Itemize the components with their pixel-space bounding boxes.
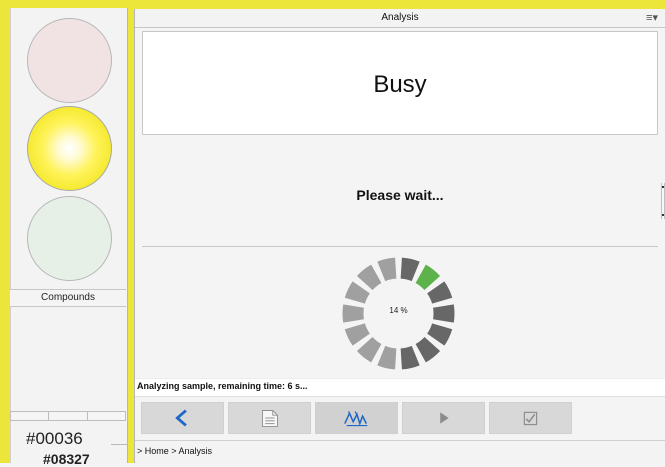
app-window: Compounds #00036 #08327 Analysis ≡▾ Busy… — [0, 0, 665, 467]
progress-segment — [427, 281, 453, 304]
document-button[interactable] — [228, 402, 311, 434]
left-tab-2[interactable] — [48, 411, 87, 421]
sample-id-secondary: #08327 — [43, 451, 90, 467]
left-tab-3[interactable] — [86, 411, 126, 421]
status-box: Busy — [142, 31, 658, 135]
red-indicator-light — [27, 18, 112, 103]
progress-segment — [344, 281, 370, 304]
left-sidebar: Compounds #00036 #08327 — [10, 8, 128, 467]
progress-segment — [377, 345, 397, 370]
waveform-button[interactable] — [315, 402, 398, 434]
scroll-handle[interactable] — [661, 183, 665, 219]
progress-label: 14 % — [389, 306, 408, 315]
left-tab-1[interactable] — [10, 411, 49, 421]
checkmark-icon — [523, 411, 538, 426]
left-bottom-tabs — [10, 411, 126, 421]
sample-id-primary: #00036 — [26, 429, 83, 448]
progress-ring: 14 % — [341, 256, 456, 371]
breadcrumb-text: > Home > Analysis — [137, 446, 213, 456]
menu-icon[interactable]: ≡▾ — [646, 9, 658, 27]
progress-segment — [415, 264, 441, 291]
progress-segment — [356, 336, 382, 363]
status-headline: Busy — [373, 71, 427, 98]
status-message: Analyzing sample, remaining time: 6 s... — [137, 381, 308, 391]
sample-id-divider — [111, 444, 127, 445]
bottom-toolbar — [141, 402, 661, 434]
progress-segment — [400, 345, 420, 370]
back-button[interactable] — [141, 402, 224, 434]
waveform-icon — [344, 411, 368, 427]
progress-segment — [344, 323, 370, 346]
green-indicator-light — [27, 196, 112, 281]
status-divider — [142, 246, 658, 247]
compounds-header: Compounds — [10, 289, 126, 307]
yellow-indicator-light — [27, 106, 112, 191]
document-icon — [262, 410, 278, 427]
confirm-button[interactable] — [489, 402, 572, 434]
play-icon — [440, 412, 449, 424]
window-title-bar: Analysis ≡▾ — [135, 9, 665, 28]
progress-segment — [400, 257, 420, 282]
play-button[interactable] — [402, 402, 485, 434]
back-arrow-icon — [175, 409, 187, 427]
progress-segment — [356, 264, 382, 291]
progress-segment — [427, 323, 453, 346]
main-panel: Analysis ≡▾ Busy Please wait... 14 % Ana… — [134, 9, 665, 464]
breadcrumb: > Home > Analysis — [135, 440, 665, 464]
status-message-bar: Analyzing sample, remaining time: 6 s... — [135, 378, 665, 397]
progress-segment — [415, 336, 441, 363]
status-subtext: Please wait... — [356, 187, 444, 203]
progress-segment — [377, 257, 397, 282]
window-title: Analysis — [381, 12, 419, 23]
